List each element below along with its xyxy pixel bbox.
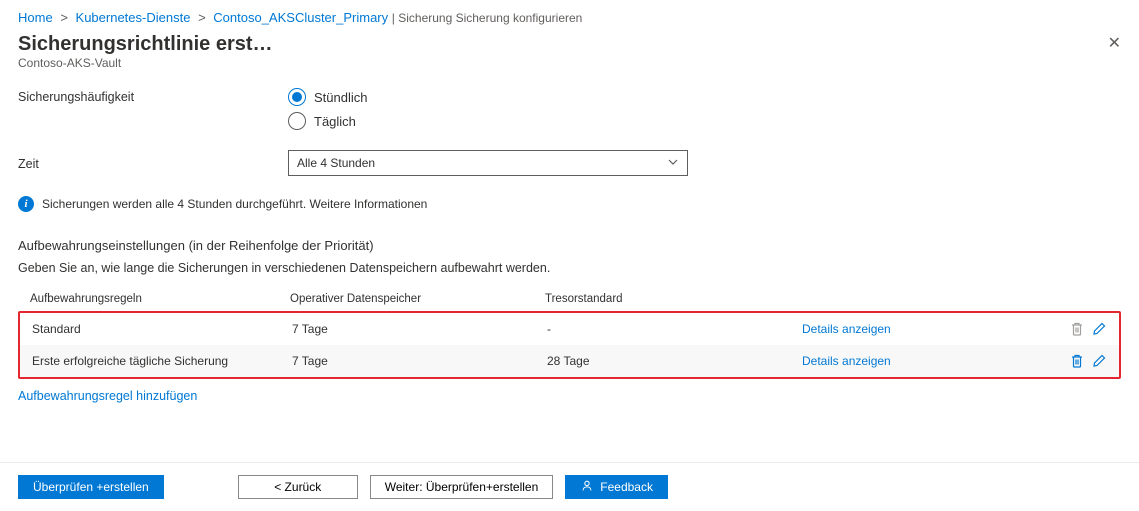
retention-rule-operational: 7 Tage — [292, 354, 547, 368]
table-row: Standard 7 Tage - Details anzeigen — [20, 313, 1119, 345]
retention-header-name: Aufbewahrungsregeln — [30, 293, 290, 305]
info-icon: i — [18, 196, 34, 212]
chevron-right-icon: > — [60, 10, 68, 25]
retention-header-operational: Operativer Datenspeicher — [290, 293, 545, 305]
chevron-down-icon — [667, 156, 679, 171]
table-row: Erste erfolgreiche tägliche Sicherung 7 … — [20, 345, 1119, 377]
trash-icon[interactable] — [1069, 321, 1085, 337]
frequency-daily-label: Täglich — [314, 114, 356, 129]
time-select-value: Alle 4 Stunden — [297, 156, 375, 170]
retention-rule-name: Standard — [32, 322, 292, 336]
retention-rule-vault: 28 Tage — [547, 354, 802, 368]
retention-section-title: Aufbewahrungseinstellungen (in der Reihe… — [18, 238, 1121, 253]
retention-rule-vault: - — [547, 322, 802, 336]
time-label: Zeit — [18, 155, 288, 171]
edit-icon[interactable] — [1091, 321, 1107, 337]
retention-section-desc: Geben Sie an, wie lange die Sicherungen … — [18, 261, 1121, 275]
info-text: Sicherungen werden alle 4 Stunden durchg… — [42, 197, 427, 211]
retention-header-vault: Tresorstandard — [545, 293, 800, 305]
page-title: Sicherungsrichtlinie erstellen — [18, 33, 278, 56]
footer: Überprüfen +erstellen < Zurück Weiter: Ü… — [0, 462, 1139, 511]
frequency-hourly-radio[interactable]: Stündlich — [288, 88, 367, 106]
breadcrumb: Home > Kubernetes-Dienste > Contoso_AKSC… — [0, 0, 1139, 29]
review-create-button[interactable]: Überprüfen +erstellen — [18, 475, 164, 499]
details-link[interactable]: Details anzeigen — [802, 354, 891, 368]
retention-rule-operational: 7 Tage — [292, 322, 547, 336]
back-button[interactable]: < Zurück — [238, 475, 358, 499]
details-link[interactable]: Details anzeigen — [802, 322, 891, 336]
feedback-label: Feedback — [600, 480, 653, 494]
page-subtitle: Contoso-AKS-Vault — [0, 56, 1139, 88]
add-retention-rule-link[interactable]: Aufbewahrungsregel hinzufügen — [18, 385, 1121, 403]
person-icon — [580, 479, 594, 496]
time-select[interactable]: Alle 4 Stunden — [288, 150, 688, 176]
breadcrumb-cluster[interactable]: Contoso_AKSCluster_Primary — [213, 10, 388, 25]
retention-rule-name: Erste erfolgreiche tägliche Sicherung — [32, 354, 292, 368]
breadcrumb-tail: | Sicherung Sicherung konfigurieren — [392, 11, 583, 25]
breadcrumb-k8s-services[interactable]: Kubernetes-Dienste — [76, 10, 191, 25]
trash-icon[interactable] — [1069, 353, 1085, 369]
radio-unselected-icon — [288, 112, 306, 130]
radio-selected-icon — [288, 88, 306, 106]
feedback-button[interactable]: Feedback — [565, 475, 668, 499]
frequency-label: Sicherungshäufigkeit — [18, 88, 288, 104]
breadcrumb-home[interactable]: Home — [18, 10, 53, 25]
retention-rules-highlighted: Standard 7 Tage - Details anzeigen Erste… — [18, 311, 1121, 379]
frequency-daily-radio[interactable]: Täglich — [288, 112, 367, 130]
next-button[interactable]: Weiter: Überprüfen+erstellen — [370, 475, 554, 499]
close-icon[interactable]: ✕ — [1108, 33, 1121, 53]
edit-icon[interactable] — [1091, 353, 1107, 369]
chevron-right-icon: > — [198, 10, 206, 25]
frequency-hourly-label: Stündlich — [314, 90, 367, 105]
